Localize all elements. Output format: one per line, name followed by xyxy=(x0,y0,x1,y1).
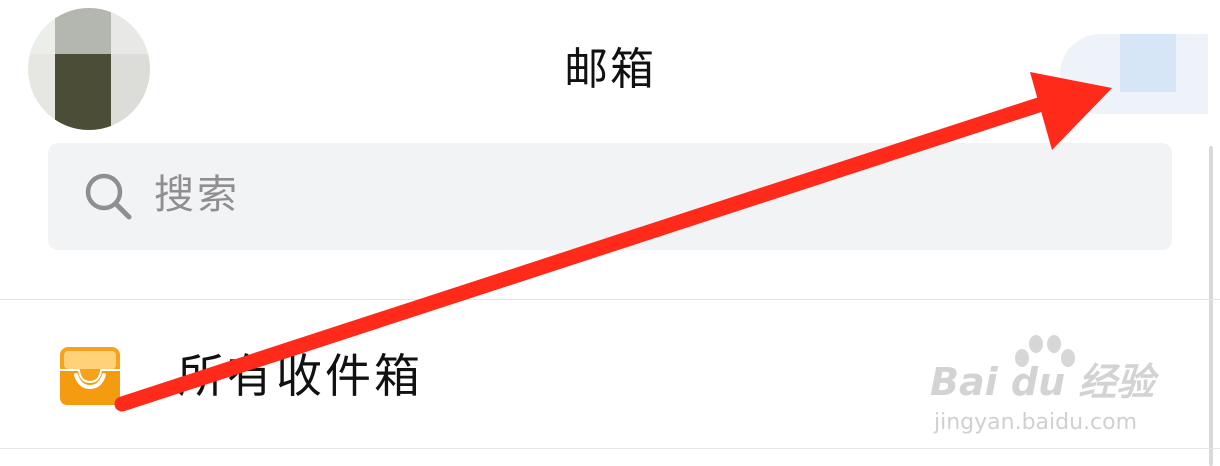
divider xyxy=(0,448,1220,449)
unread-badge-fill xyxy=(1120,34,1176,92)
watermark-main: Bai du 经验 xyxy=(930,360,1155,404)
scrollbar[interactable] xyxy=(1209,146,1213,466)
search-placeholder: 搜索 xyxy=(154,172,240,218)
header-bar: 邮箱 xyxy=(0,0,1220,140)
watermark-sub: jingyan.baidu.com xyxy=(934,410,1138,435)
mailbox-item-label: 所有收件箱 xyxy=(178,349,423,403)
inbox-tray-icon xyxy=(60,347,120,405)
search-input[interactable]: 搜索 xyxy=(48,143,1172,250)
page-title: 邮箱 xyxy=(564,44,656,95)
divider xyxy=(0,299,1220,300)
baidu-watermark: Bai du 经验 jingyan.baidu.com xyxy=(930,332,1170,442)
search-icon xyxy=(85,173,132,220)
